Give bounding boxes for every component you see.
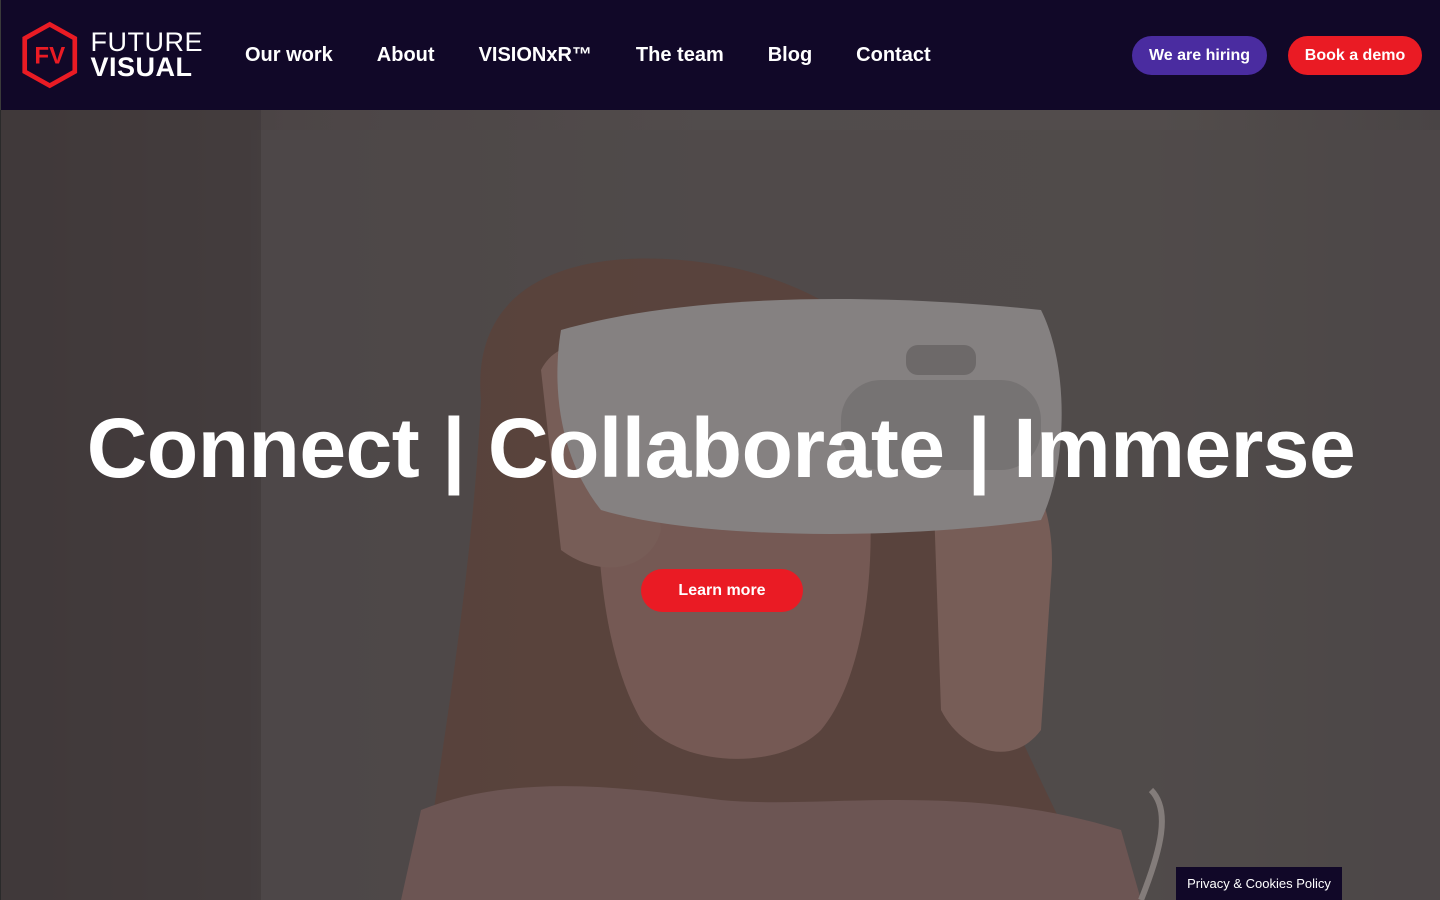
nav-item-the-team[interactable]: The team xyxy=(614,44,746,67)
fv-logo-icon: FV xyxy=(22,21,78,89)
hero-title: Connect | Collaborate | Immerse xyxy=(86,401,1356,495)
hero-overlay xyxy=(1,110,1440,900)
hero-section: Connect | Collaborate | Immerse Learn mo… xyxy=(0,110,1440,900)
nav-item-contact[interactable]: Contact xyxy=(834,44,952,67)
book-a-demo-button[interactable]: Book a demo xyxy=(1288,36,1422,75)
brand-logo[interactable]: FV FUTURE VISUAL xyxy=(21,18,203,92)
learn-more-button[interactable]: Learn more xyxy=(641,569,803,612)
nav-item-visionxr[interactable]: VISIONxR™ xyxy=(457,44,614,67)
nav-item-about[interactable]: About xyxy=(355,44,457,67)
main-nav: Our work About VISIONxR™ The team Blog C… xyxy=(223,0,953,110)
nav-item-blog[interactable]: Blog xyxy=(746,44,834,67)
we-are-hiring-button[interactable]: We are hiring xyxy=(1132,36,1267,75)
logo-mark-text: FV xyxy=(34,42,65,69)
nav-item-our-work[interactable]: Our work xyxy=(223,44,355,67)
brand-name-line2: VISUAL xyxy=(90,52,193,82)
site-header: FV FUTURE VISUAL Our work About VISIONxR… xyxy=(0,0,1440,110)
privacy-cookies-policy-link[interactable]: Privacy & Cookies Policy xyxy=(1176,867,1342,900)
